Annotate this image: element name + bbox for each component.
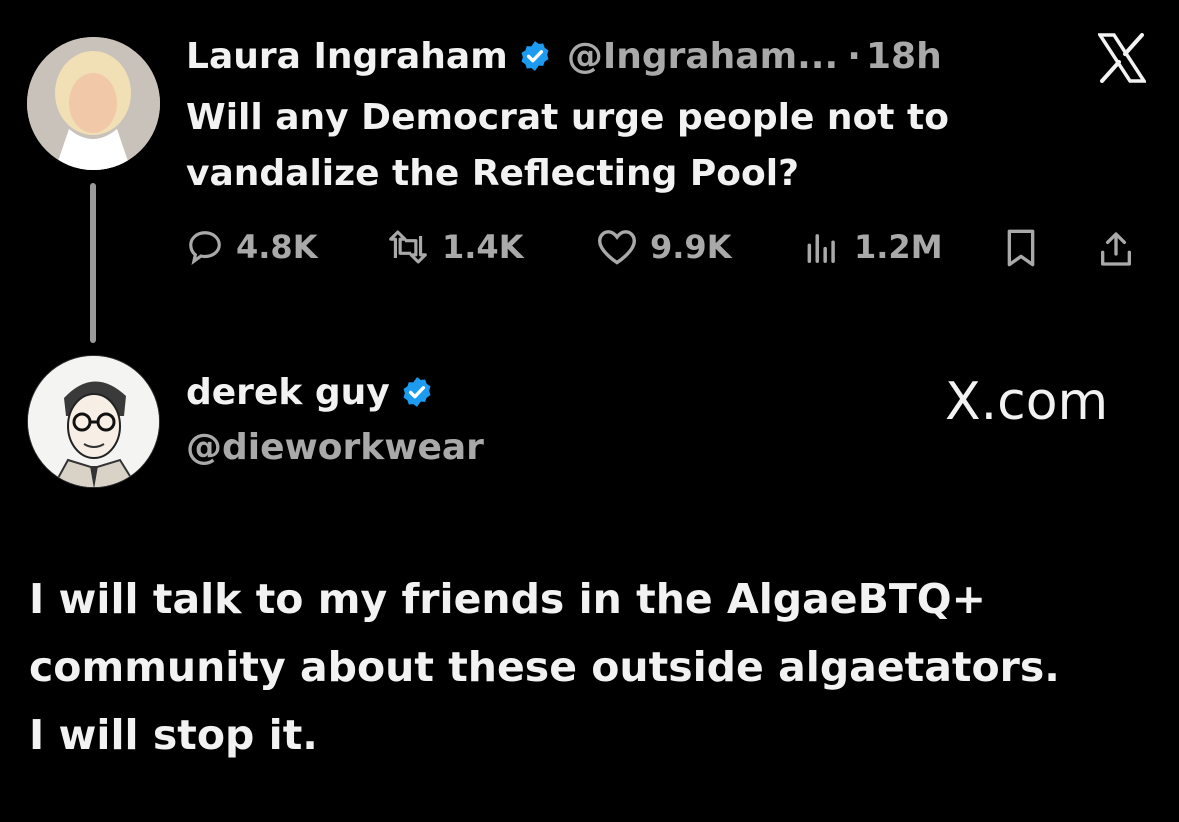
verified-icon [518,39,552,73]
verified-icon [400,375,434,409]
like-button[interactable]: 9.9K [596,228,731,266]
reply-header: derek guy [186,372,434,413]
tweet-text: Will any Democrat urge people not to van… [186,90,1086,202]
views-count: 1.2M [854,228,943,266]
tweet-time[interactable]: 18h [866,36,942,77]
repost-button[interactable]: 1.4K [386,228,523,266]
author-name[interactable]: Laura Ingraham [186,36,508,77]
separator-dot: · [847,36,861,77]
share-button[interactable] [1096,228,1148,270]
like-count: 9.9K [650,228,732,266]
tweet-text-line: Will any Democrat urge people not to [186,97,949,138]
reply-text-line: I will stop it. [29,711,318,759]
repost-count: 1.4K [442,228,524,266]
bookmark-icon [1007,229,1035,267]
reply-count: 4.8K [236,228,318,266]
source-text: X.com [945,372,1109,432]
tweet-actions: 4.8K 1.4K 9.9K 1.2M [186,228,1146,274]
reply-text-line: community about these outside algaetator… [29,643,1060,691]
author-handle[interactable]: @Ingraham... [567,36,838,77]
views-icon [807,234,835,263]
repost-icon [389,230,427,264]
source-label[interactable]: X.com [945,372,1108,432]
reply-text-line: I will talk to my friends in the AlgaeBT… [29,575,987,623]
avatar-derek-guy[interactable] [27,355,160,488]
reply-author-handle[interactable]: @dieworkwear [186,427,484,468]
reply-author-name[interactable]: derek guy [186,372,390,413]
tweet-header: Laura Ingraham @Ingraham... · 18h [186,36,942,77]
reply-button[interactable]: 4.8K [186,228,317,266]
bookmark-button[interactable] [1004,228,1050,268]
thread-connector-line [90,183,96,343]
like-icon [597,230,637,265]
share-icon [1101,232,1131,266]
x-logo-icon[interactable] [1096,33,1148,83]
reply-icon [189,231,221,266]
reply-text: I will talk to my friends in the AlgaeBT… [29,565,1159,769]
avatar-laura-ingraham[interactable] [27,37,160,170]
tweet-text-line: vandalize the Reflecting Pool? [186,153,799,194]
views-button[interactable]: 1.2M [802,228,943,266]
